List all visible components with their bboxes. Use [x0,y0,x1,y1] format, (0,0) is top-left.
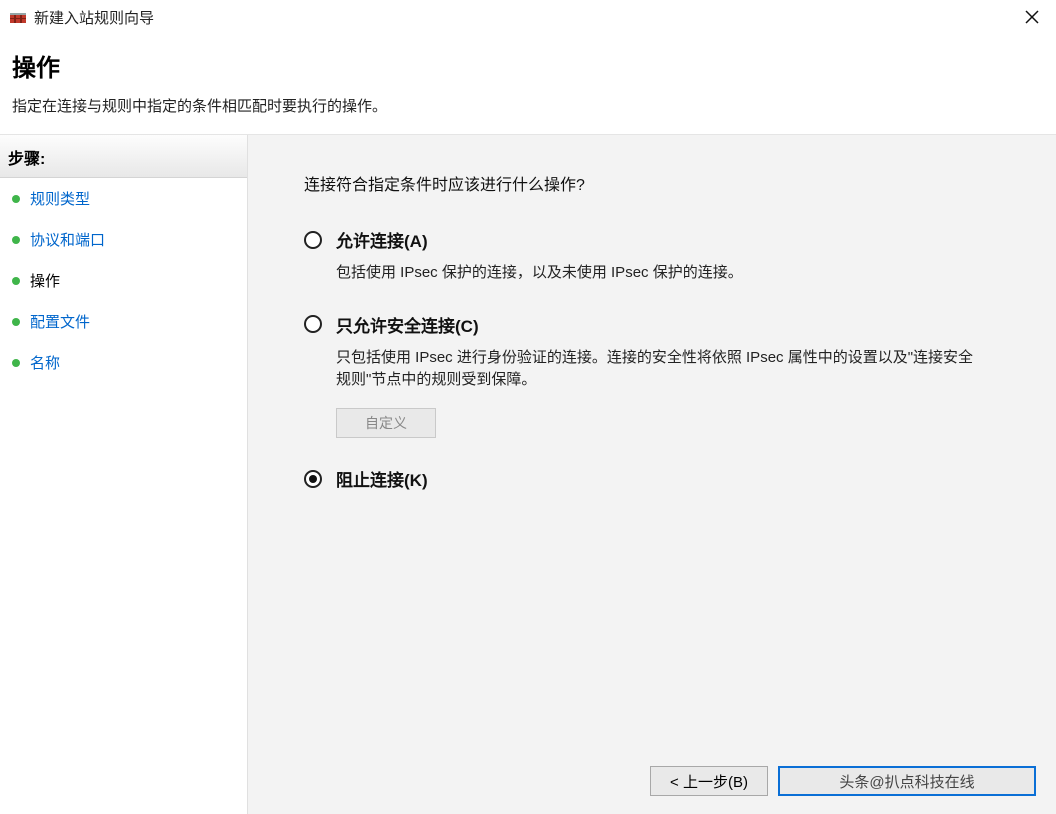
step-name[interactable]: 名称 [0,342,247,383]
step-label: 操作 [30,270,60,291]
option-row[interactable]: 只允许安全连接(C) [304,312,1018,337]
wizard-footer: < 上一步(B) 头条@扒点科技在线 [650,766,1036,796]
page-subtitle: 指定在连接与规则中指定的条件相匹配时要执行的操作。 [12,95,1040,116]
action-prompt: 连接符合指定条件时应该进行什么操作? [304,171,1018,195]
back-button[interactable]: < 上一步(B) [650,766,768,796]
step-bullet-icon [12,195,20,203]
radio-allow[interactable] [304,231,322,249]
window-title: 新建入站规则向导 [34,7,1014,28]
option-label: 允许连接(A) [336,227,428,252]
option-allow-secure: 只允许安全连接(C) 只包括使用 IPsec 进行身份验证的连接。连接的安全性将… [304,312,1018,439]
firewall-icon [10,9,26,25]
option-desc: 包括使用 IPsec 保护的连接，以及未使用 IPsec 保护的连接。 [336,262,976,284]
step-label: 规则类型 [30,188,90,209]
page-title: 操作 [12,48,1040,83]
option-label: 只允许安全连接(C) [336,312,479,337]
option-allow: 允许连接(A) 包括使用 IPsec 保护的连接，以及未使用 IPsec 保护的… [304,227,1018,284]
steps-sidebar: 步骤: 规则类型 协议和端口 操作 配置文件 名称 [0,135,248,814]
radio-block[interactable] [304,470,322,488]
radio-allow-secure[interactable] [304,315,322,333]
step-bullet-icon [12,359,20,367]
main-panel: 连接符合指定条件时应该进行什么操作? 允许连接(A) 包括使用 IPsec 保护… [248,135,1056,814]
option-desc: 只包括使用 IPsec 进行身份验证的连接。连接的安全性将依照 IPsec 属性… [336,347,976,391]
wizard-header: 操作 指定在连接与规则中指定的条件相匹配时要执行的操作。 [0,34,1056,134]
step-bullet-icon [12,318,20,326]
next-button-watermark: 头条@扒点科技在线 [839,771,974,792]
step-bullet-icon [12,277,20,285]
option-label: 阻止连接(K) [336,466,428,491]
step-bullet-icon [12,236,20,244]
next-button[interactable]: 头条@扒点科技在线 [778,766,1036,796]
wizard-body: 步骤: 规则类型 协议和端口 操作 配置文件 名称 连接符合指定条件时应该进行什… [0,134,1056,814]
option-block: 阻止连接(K) [304,466,1018,491]
customize-button: 自定义 [336,408,436,438]
step-rule-type[interactable]: 规则类型 [0,178,247,219]
step-label: 配置文件 [30,311,90,332]
step-action[interactable]: 操作 [0,260,247,301]
titlebar: 新建入站规则向导 [0,0,1056,34]
step-label: 协议和端口 [30,229,105,250]
steps-title: 步骤: [0,135,247,178]
step-protocol-port[interactable]: 协议和端口 [0,219,247,260]
option-row[interactable]: 阻止连接(K) [304,466,1018,491]
option-row[interactable]: 允许连接(A) [304,227,1018,252]
close-button[interactable] [1014,3,1050,31]
step-profile[interactable]: 配置文件 [0,301,247,342]
step-label: 名称 [30,352,60,373]
